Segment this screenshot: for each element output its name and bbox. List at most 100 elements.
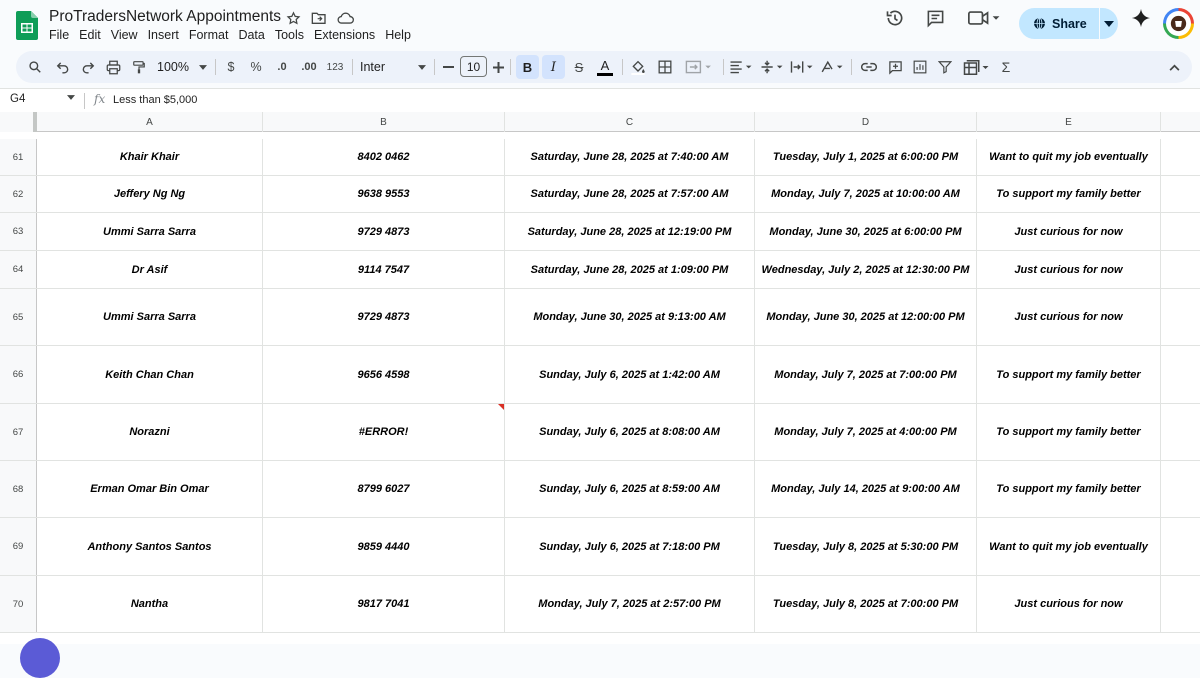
- cell-appointment[interactable]: Monday, July 14, 2025 at 9:00:00 AM: [755, 461, 977, 517]
- name-box[interactable]: G4: [10, 93, 25, 105]
- cell-motivation[interactable]: Just curious for now: [977, 213, 1161, 250]
- cell-submitted-at[interactable]: Sunday, July 6, 2025 at 7:18:00 PM: [505, 518, 755, 575]
- currency-format-button[interactable]: $: [222, 55, 240, 79]
- borders-icon[interactable]: [654, 55, 676, 79]
- functions-sum-icon[interactable]: Σ: [996, 55, 1016, 79]
- decrease-font-size-icon[interactable]: [440, 55, 456, 79]
- column-header-d[interactable]: D: [755, 112, 977, 132]
- menu-edit[interactable]: Edit: [79, 28, 101, 42]
- collapse-toolbar-chevron-up-icon[interactable]: [1164, 55, 1184, 79]
- row-header[interactable]: 66: [0, 346, 37, 403]
- merge-cells-icon[interactable]: [680, 55, 718, 79]
- cell-name[interactable]: Ummi Sarra Sarra: [37, 289, 263, 345]
- document-title[interactable]: ProTradersNetwork Appointments: [49, 8, 281, 26]
- floating-action-button[interactable]: [20, 638, 60, 678]
- column-header-a[interactable]: A: [37, 112, 263, 132]
- version-history-icon[interactable]: [884, 7, 906, 29]
- cell-submitted-at[interactable]: Sunday, July 6, 2025 at 1:42:00 AM: [505, 346, 755, 403]
- cell-phone[interactable]: 8402 0462: [263, 139, 505, 175]
- search-menus-icon[interactable]: [24, 55, 46, 79]
- select-all-corner[interactable]: [0, 112, 37, 132]
- font-size-input[interactable]: 10: [460, 56, 487, 77]
- text-color-button[interactable]: A: [594, 55, 616, 79]
- cell-motivation[interactable]: To support my family better: [977, 346, 1161, 403]
- cell-name[interactable]: Ummi Sarra Sarra: [37, 213, 263, 250]
- star-icon[interactable]: [284, 9, 302, 27]
- decrease-decimal-button[interactable]: .0: [271, 55, 293, 79]
- cell-name[interactable]: Khair Khair: [37, 139, 263, 175]
- cell-phone[interactable]: #ERROR!: [263, 404, 505, 460]
- increase-font-size-icon[interactable]: [490, 55, 506, 79]
- cell-appointment[interactable]: Monday, June 30, 2025 at 6:00:00 PM: [755, 213, 977, 250]
- redo-icon[interactable]: [77, 55, 99, 79]
- insert-chart-icon[interactable]: [909, 55, 931, 79]
- row-header[interactable]: 63: [0, 213, 37, 250]
- cell-submitted-at[interactable]: Saturday, June 28, 2025 at 7:57:00 AM: [505, 176, 755, 212]
- cell-submitted-at[interactable]: Sunday, July 6, 2025 at 8:08:00 AM: [505, 404, 755, 460]
- fill-color-icon[interactable]: [628, 55, 648, 79]
- row-header[interactable]: 67: [0, 404, 37, 460]
- column-header-b[interactable]: B: [263, 112, 505, 132]
- cell-motivation[interactable]: Just curious for now: [977, 576, 1161, 632]
- cell-name[interactable]: Erman Omar Bin Omar: [37, 461, 263, 517]
- menu-tools[interactable]: Tools: [275, 28, 304, 42]
- cell-submitted-at[interactable]: Saturday, June 28, 2025 at 7:40:00 AM: [505, 139, 755, 175]
- cell-appointment[interactable]: Monday, June 30, 2025 at 12:00:00 PM: [755, 289, 977, 345]
- cell-motivation[interactable]: Want to quit my job eventually: [977, 518, 1161, 575]
- cell-motivation[interactable]: Just curious for now: [977, 251, 1161, 288]
- cell-appointment[interactable]: Wednesday, July 2, 2025 at 12:30:00 PM: [755, 251, 977, 288]
- menu-view[interactable]: View: [111, 28, 138, 42]
- column-header-c[interactable]: C: [505, 112, 755, 132]
- cell-appointment[interactable]: Tuesday, July 1, 2025 at 6:00:00 PM: [755, 139, 977, 175]
- vertical-align-icon[interactable]: [758, 55, 786, 79]
- error-indicator-icon[interactable]: [498, 404, 504, 410]
- cell-appointment[interactable]: Monday, July 7, 2025 at 7:00:00 PM: [755, 346, 977, 403]
- menu-file[interactable]: File: [49, 28, 69, 42]
- row-header[interactable]: 62: [0, 176, 37, 212]
- font-family-select[interactable]: Inter: [360, 55, 426, 79]
- sheets-logo-icon[interactable]: [16, 11, 38, 40]
- cell-phone[interactable]: 9729 4873: [263, 213, 505, 250]
- comments-icon[interactable]: [924, 7, 946, 29]
- move-folder-icon[interactable]: [310, 9, 328, 27]
- cell-phone[interactable]: 9638 9553: [263, 176, 505, 212]
- row-header[interactable]: 70: [0, 576, 37, 632]
- cell-motivation[interactable]: To support my family better: [977, 404, 1161, 460]
- italic-button[interactable]: I: [542, 55, 565, 79]
- row-header[interactable]: 68: [0, 461, 37, 517]
- cell-appointment[interactable]: Monday, July 7, 2025 at 10:00:00 AM: [755, 176, 977, 212]
- row-header[interactable]: 69: [0, 518, 37, 575]
- increase-decimal-button[interactable]: .00: [297, 55, 321, 79]
- menu-insert[interactable]: Insert: [148, 28, 179, 42]
- insert-link-icon[interactable]: [858, 55, 880, 79]
- cell-phone[interactable]: 9729 4873: [263, 289, 505, 345]
- print-icon[interactable]: [102, 55, 124, 79]
- percent-format-button[interactable]: %: [246, 55, 266, 79]
- row-header[interactable]: 61: [0, 139, 37, 175]
- row-header[interactable]: 65: [0, 289, 37, 345]
- bold-button[interactable]: B: [516, 55, 539, 79]
- cloud-saved-icon[interactable]: [336, 9, 354, 27]
- menu-format[interactable]: Format: [189, 28, 229, 42]
- cell-submitted-at[interactable]: Sunday, July 6, 2025 at 8:59:00 AM: [505, 461, 755, 517]
- cell-motivation[interactable]: To support my family better: [977, 461, 1161, 517]
- cell-submitted-at[interactable]: Saturday, June 28, 2025 at 1:09:00 PM: [505, 251, 755, 288]
- menu-extensions[interactable]: Extensions: [314, 28, 375, 42]
- strikethrough-button[interactable]: S: [568, 55, 590, 79]
- cell-name[interactable]: Keith Chan Chan: [37, 346, 263, 403]
- cell-motivation[interactable]: Want to quit my job eventually: [977, 139, 1161, 175]
- zoom-select[interactable]: 100%: [154, 55, 210, 79]
- undo-icon[interactable]: [52, 55, 74, 79]
- chevron-down-icon[interactable]: [67, 95, 75, 100]
- cell-phone[interactable]: 8799 6027: [263, 461, 505, 517]
- cell-appointment[interactable]: Monday, July 7, 2025 at 4:00:00 PM: [755, 404, 977, 460]
- cell-phone[interactable]: 9656 4598: [263, 346, 505, 403]
- cell-submitted-at[interactable]: Monday, June 30, 2025 at 9:13:00 AM: [505, 289, 755, 345]
- cell-phone[interactable]: 9817 7041: [263, 576, 505, 632]
- cell-phone[interactable]: 9859 4440: [263, 518, 505, 575]
- cell-name[interactable]: Jeffery Ng Ng: [37, 176, 263, 212]
- cell-appointment[interactable]: Tuesday, July 8, 2025 at 5:30:00 PM: [755, 518, 977, 575]
- share-button[interactable]: Share: [1019, 8, 1118, 39]
- menu-data[interactable]: Data: [238, 28, 264, 42]
- formula-input[interactable]: Less than $5,000: [113, 94, 197, 106]
